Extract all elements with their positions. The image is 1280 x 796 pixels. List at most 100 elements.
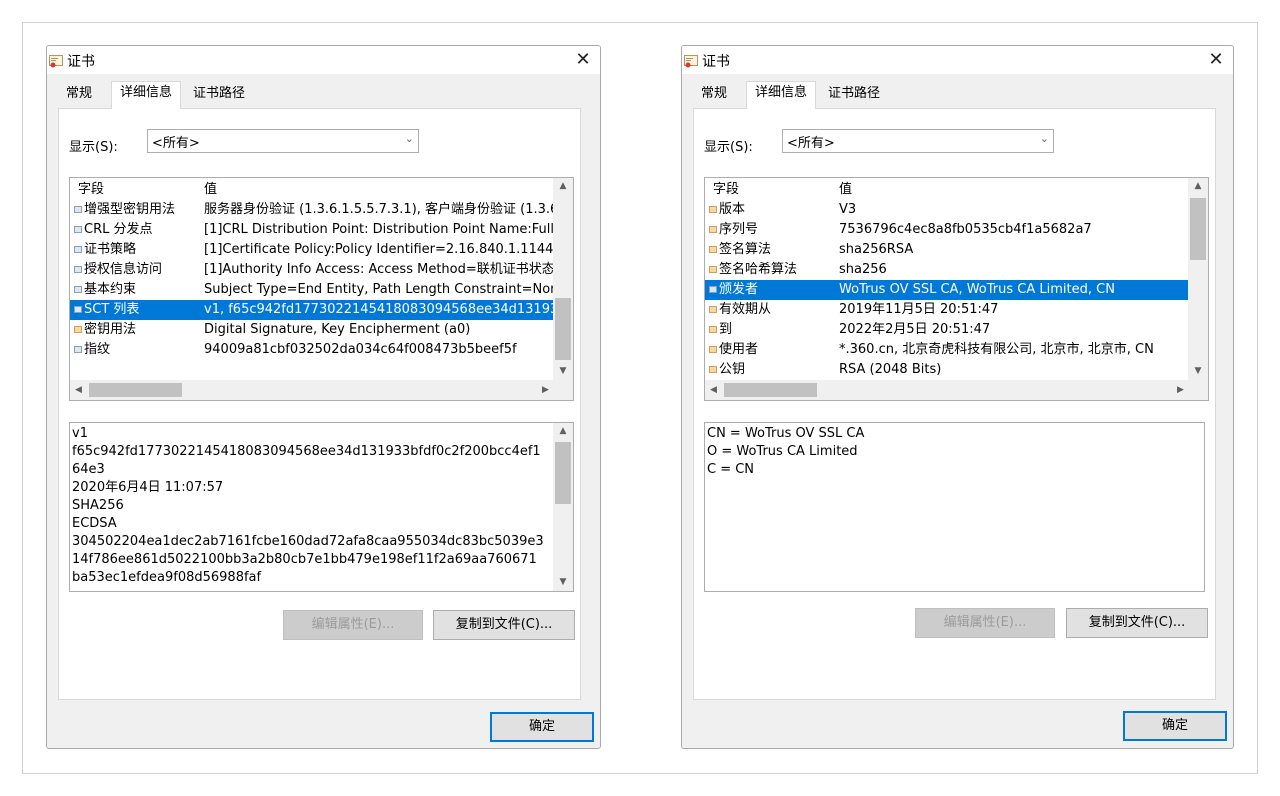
- field-icon: [709, 366, 717, 373]
- column-header-value[interactable]: 值: [839, 180, 1189, 200]
- list-item[interactable]: 使用者 *.360.cn, 北京奇虎科技有限公司, 北京市, 北京市, CN: [705, 340, 1189, 360]
- extension-icon: [74, 226, 82, 233]
- list-item[interactable]: 到 2022年2月5日 20:51:47: [705, 320, 1189, 340]
- list-item[interactable]: 公钥 RSA (2048 Bits): [705, 360, 1189, 380]
- list-item[interactable]: 证书策略 [1]Certificate Policy:Policy Identi…: [70, 240, 554, 260]
- list-item[interactable]: 授权信息访问 [1]Authority Info Access: Access …: [70, 260, 554, 280]
- field-name: 版本: [719, 202, 746, 217]
- field-value: WoTrus OV SSL CA, WoTrus CA Limited, CN: [839, 282, 1115, 297]
- copy-to-file-button[interactable]: 复制到文件(C)...: [433, 610, 575, 640]
- field-icon: [709, 326, 717, 333]
- field-name: 签名哈希算法: [719, 262, 798, 277]
- list-item[interactable]: 有效期从 2019年11月5日 20:51:47: [705, 300, 1189, 320]
- scroll-down-icon[interactable]: ▼: [1188, 363, 1208, 380]
- tab-general[interactable]: 常规: [62, 83, 96, 105]
- column-header-field[interactable]: 字段: [713, 180, 829, 200]
- list-item[interactable]: 密钥用法 Digital Signature, Key Encipherment…: [70, 320, 554, 340]
- value-detail-box[interactable]: CN = WoTrus OV SSL CA O = WoTrus CA Limi…: [704, 422, 1205, 592]
- dialog-title: 证书: [67, 54, 95, 70]
- field-value: 2019年11月5日 20:51:47: [839, 302, 999, 317]
- title-bar: 证书 ✕: [47, 46, 600, 74]
- field-name: 颁发者: [719, 282, 759, 297]
- field-name: 密钥用法: [84, 322, 137, 337]
- certificate-icon: [49, 55, 63, 68]
- column-header-value[interactable]: 值: [204, 180, 554, 200]
- field-name: 有效期从: [719, 302, 772, 317]
- scroll-down-icon[interactable]: ▼: [553, 363, 573, 380]
- certificate-dialog-2: 证书 ✕ 常规 详细信息 证书路径 显示(S): <所有> ⌄ 字段 值 版本 …: [681, 45, 1234, 749]
- field-value: [1]Certificate Policy:Policy Identifier=…: [204, 242, 554, 257]
- extension-icon: [74, 266, 82, 273]
- list-vertical-scrollbar[interactable]: ▲ ▼: [1188, 178, 1208, 380]
- list-item[interactable]: 基本约束 Subject Type=End Entity, Path Lengt…: [70, 280, 554, 300]
- scroll-thumb[interactable]: [89, 383, 182, 397]
- column-header-field[interactable]: 字段: [78, 180, 194, 200]
- close-button[interactable]: ✕: [570, 48, 596, 72]
- list-item[interactable]: 指纹 94009a81cbf032502da034c64f008473b5bee…: [70, 340, 554, 360]
- value-detail-text: CN = WoTrus OV SSL CA O = WoTrus CA Limi…: [707, 426, 865, 477]
- list-horizontal-scrollbar[interactable]: ◀ ▶: [705, 380, 1189, 400]
- ok-button[interactable]: 确定: [490, 712, 594, 742]
- field-name: 指纹: [84, 342, 111, 357]
- scroll-left-icon[interactable]: ◀: [705, 380, 722, 400]
- field-name: CRL 分发点: [84, 222, 153, 237]
- list-item[interactable]: 签名算法 sha256RSA: [705, 240, 1189, 260]
- copy-to-file-button[interactable]: 复制到文件(C)...: [1066, 608, 1208, 638]
- scroll-up-icon[interactable]: ▲: [553, 178, 573, 195]
- field-icon: [709, 206, 717, 213]
- chevron-down-icon: ⌄: [1039, 132, 1049, 145]
- certificate-icon: [684, 55, 698, 68]
- scroll-up-icon[interactable]: ▲: [553, 423, 573, 440]
- field-icon: [709, 226, 717, 233]
- field-name: 基本约束: [84, 282, 137, 297]
- dialog-title: 证书: [702, 54, 730, 70]
- field-value: [1]CRL Distribution Point: Distribution …: [204, 222, 554, 237]
- scroll-right-icon[interactable]: ▶: [1172, 380, 1189, 400]
- field-icon: [709, 266, 717, 273]
- tab-details[interactable]: 详细信息: [746, 81, 817, 109]
- list-item[interactable]: 增强型密钥用法 服务器身份验证 (1.3.6.1.5.5.7.3.1), 客户端…: [70, 200, 554, 220]
- list-item[interactable]: 签名哈希算法 sha256: [705, 260, 1189, 280]
- scroll-thumb[interactable]: [555, 442, 571, 504]
- list-item-selected[interactable]: 颁发者 WoTrus OV SSL CA, WoTrus CA Limited,…: [705, 280, 1189, 300]
- edit-properties-button[interactable]: 编辑属性(E)...: [915, 608, 1055, 638]
- show-dropdown-value: <所有>: [787, 136, 835, 151]
- tab-strip: 常规 详细信息 证书路径: [47, 74, 600, 109]
- field-value: sha256: [839, 262, 887, 277]
- list-horizontal-scrollbar[interactable]: ◀ ▶: [70, 380, 554, 400]
- list-item[interactable]: CRL 分发点 [1]CRL Distribution Point: Distr…: [70, 220, 554, 240]
- critical-extension-icon: [74, 326, 82, 333]
- scroll-thumb[interactable]: [555, 298, 571, 360]
- show-dropdown[interactable]: <所有> ⌄: [147, 129, 419, 153]
- scrollbar-corner: [1188, 380, 1208, 400]
- scroll-right-icon[interactable]: ▶: [537, 380, 554, 400]
- ok-button[interactable]: 确定: [1123, 711, 1227, 741]
- scroll-up-icon[interactable]: ▲: [1188, 178, 1208, 195]
- close-button[interactable]: ✕: [1203, 48, 1229, 72]
- list-item-selected[interactable]: SCT 列表 v1, f65c942fd17730221454180830945…: [70, 300, 554, 320]
- scroll-left-icon[interactable]: ◀: [70, 380, 87, 400]
- extension-icon: [74, 246, 82, 253]
- tab-certification-path[interactable]: 证书路径: [189, 83, 249, 105]
- detail-vertical-scrollbar[interactable]: ▲ ▼: [553, 423, 573, 591]
- tab-certification-path[interactable]: 证书路径: [824, 83, 884, 105]
- field-value: Subject Type=End Entity, Path Length Con…: [204, 282, 554, 297]
- list-vertical-scrollbar[interactable]: ▲ ▼: [553, 178, 573, 380]
- edit-properties-button[interactable]: 编辑属性(E)...: [283, 610, 423, 640]
- field-list[interactable]: 字段 值 增强型密钥用法 服务器身份验证 (1.3.6.1.5.5.7.3.1)…: [69, 177, 574, 401]
- field-value: 94009a81cbf032502da034c64f008473b5beef5f: [204, 342, 517, 357]
- title-bar: 证书 ✕: [682, 46, 1233, 74]
- field-icon: [709, 246, 717, 253]
- list-item[interactable]: 序列号 7536796c4ec8a8fb0535cb4f1a5682a7: [705, 220, 1189, 240]
- value-detail-box[interactable]: v1 f65c942fd1773022145418083094568ee34d1…: [69, 422, 574, 592]
- field-value: v1, f65c942fd1773022145418083094568ee34d…: [204, 302, 554, 317]
- tab-general[interactable]: 常规: [697, 83, 731, 105]
- show-dropdown[interactable]: <所有> ⌄: [782, 129, 1054, 153]
- scroll-thumb[interactable]: [1190, 198, 1206, 260]
- scroll-down-icon[interactable]: ▼: [553, 574, 573, 591]
- field-list[interactable]: 字段 值 版本 V3 序列号 7536796c4ec8a8fb0535cb4f1…: [704, 177, 1209, 401]
- tab-details[interactable]: 详细信息: [111, 81, 182, 109]
- property-icon: [74, 346, 82, 353]
- list-item[interactable]: 版本 V3: [705, 200, 1189, 220]
- scroll-thumb[interactable]: [724, 383, 817, 397]
